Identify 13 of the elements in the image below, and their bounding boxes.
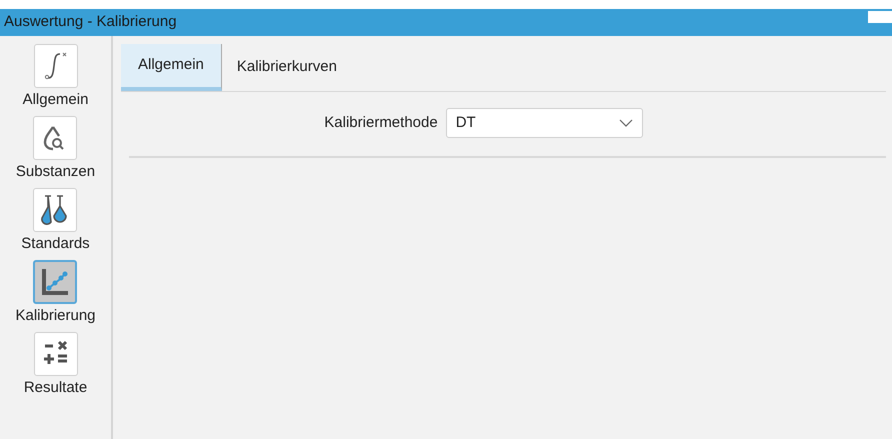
sidebar-item[interactable]: Substanzen	[16, 116, 96, 182]
sidebar-item[interactable]: Kalibrierung	[15, 260, 96, 326]
window-title: Auswertung - Kalibrierung	[4, 12, 177, 32]
method-dropdown[interactable]: DT	[446, 108, 643, 138]
field-label: Kalibriermethode	[324, 112, 438, 133]
tab[interactable]: Kalibrierkurven	[222, 44, 352, 91]
tab[interactable]: Allgemein	[121, 44, 222, 91]
sidebar-item[interactable]: Allgemein	[22, 44, 88, 110]
sidebar-item[interactable]: Standards	[21, 188, 90, 254]
sidebar-item[interactable]: Resultate	[24, 332, 88, 398]
window-button[interactable]	[868, 11, 892, 23]
chevron-down-icon	[618, 119, 633, 127]
chart-icon	[40, 267, 70, 297]
